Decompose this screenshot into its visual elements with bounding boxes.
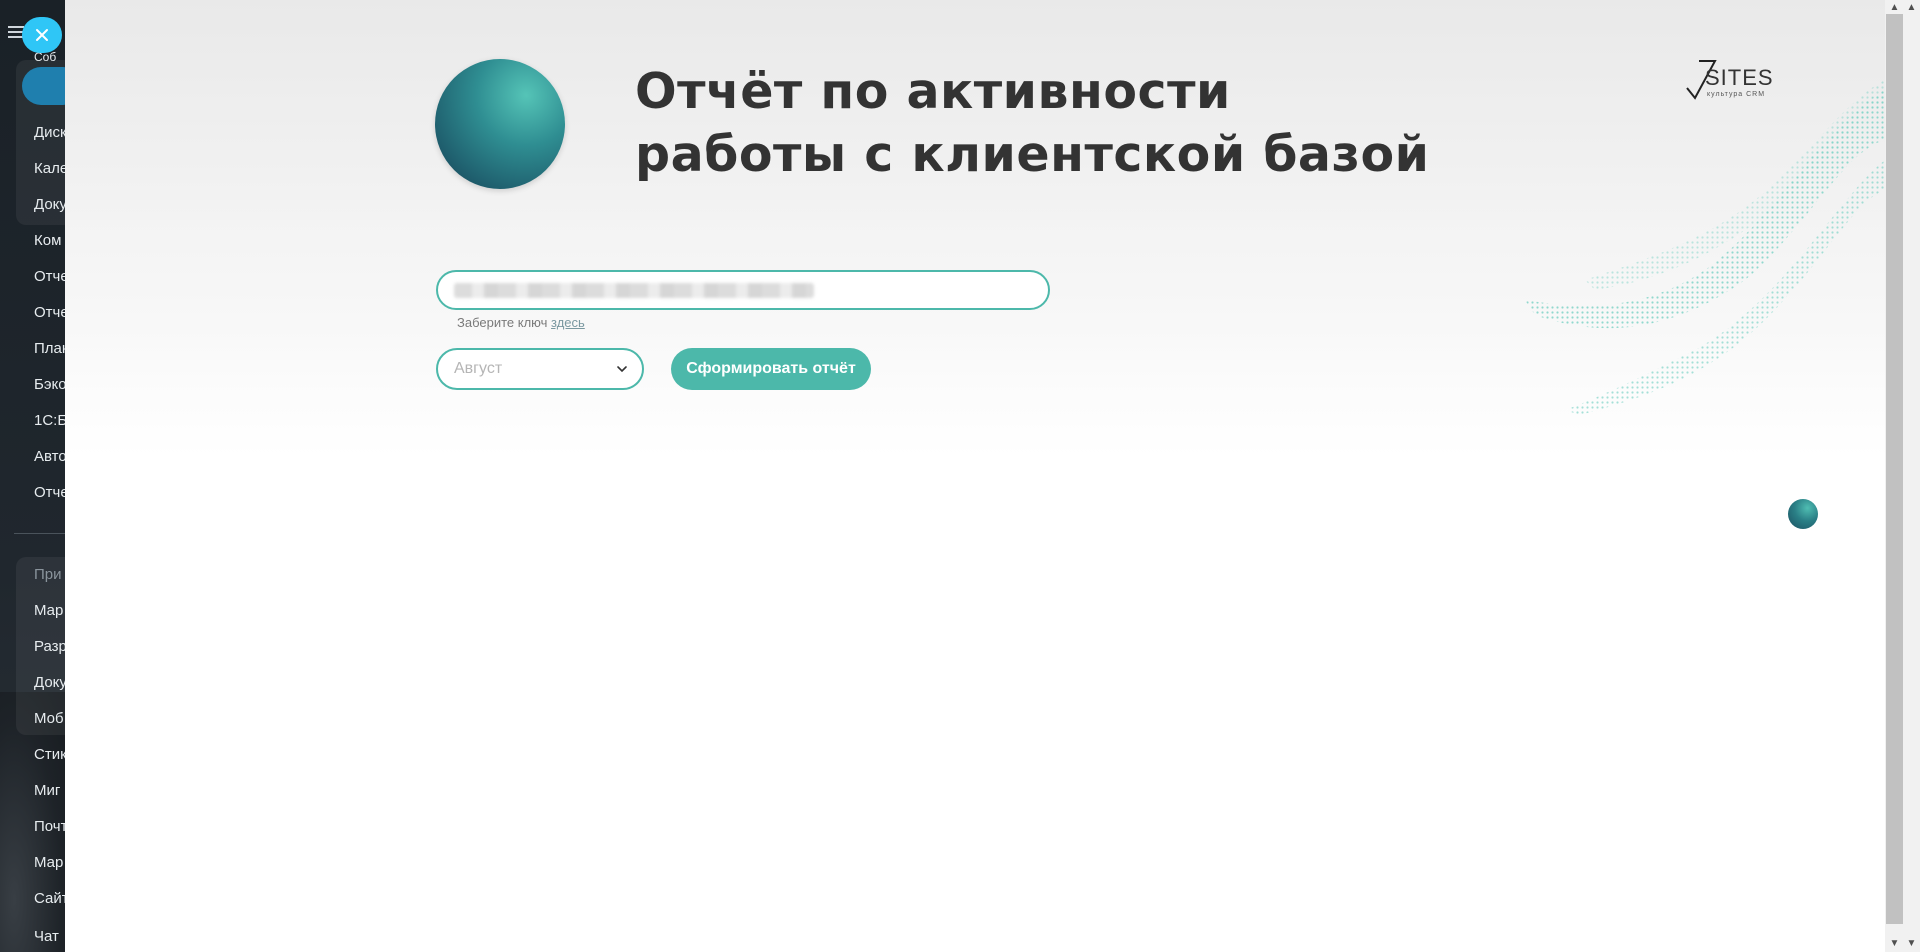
sidebar-item[interactable]: Доку — [34, 674, 67, 691]
sidebar-item[interactable]: Бэко — [34, 376, 67, 393]
period-select-value: Август — [454, 360, 503, 377]
sidebar-item[interactable]: Миг — [34, 782, 60, 799]
sidebar-active-pill[interactable] — [22, 67, 70, 105]
outer-scroll-up-arrow-icon[interactable]: ▲ — [1903, 0, 1920, 14]
sidebar-item[interactable]: Диск — [34, 124, 67, 141]
period-select[interactable]: Август — [436, 348, 644, 390]
sidebar-item[interactable]: Стик — [34, 746, 67, 763]
sidebar-item[interactable]: Почт — [34, 818, 67, 835]
sidebar-item[interactable]: Отче — [34, 484, 69, 501]
outer-scroll-down-arrow-icon[interactable]: ▼ — [1903, 936, 1920, 950]
decorative-sphere-small — [1788, 499, 1818, 529]
sidebar-item[interactable]: Сайт — [34, 890, 69, 907]
sidebar-item[interactable]: Ком — [34, 232, 61, 249]
sidebar-item[interactable]: Отче — [34, 268, 69, 285]
sidebar-item[interactable]: Мар — [34, 854, 63, 871]
key-hint-text: Заберите ключ — [457, 315, 552, 330]
sidebar-item[interactable]: 1С:Б — [34, 412, 67, 429]
sidebar-section-heading: При — [34, 566, 62, 583]
page-title-line1: Отчёт по активности — [635, 63, 1231, 120]
page-title-line2: работы с клиентской базой — [635, 126, 1430, 183]
page-title: Отчёт по активности работы с клиентской … — [635, 60, 1429, 186]
chevron-down-icon — [617, 366, 627, 373]
sidebar-item[interactable]: Чат — [34, 928, 59, 945]
generate-report-button[interactable]: Сформировать отчёт — [671, 348, 871, 390]
sidebar-item[interactable]: Доку — [34, 196, 67, 213]
get-key-link[interactable]: здесь — [551, 315, 585, 330]
sidebar-item[interactable]: Моб — [34, 710, 64, 727]
sidebar-item[interactable]: Разр — [34, 638, 67, 655]
scrollbar-thumb[interactable] — [1886, 14, 1903, 924]
scroll-down-arrow-icon[interactable]: ▼ — [1886, 936, 1903, 950]
background-sidebar: Соб Диск Кале Доку Ком Отче Отче План Бэ… — [0, 0, 70, 952]
sidebar-item[interactable]: Авто — [34, 448, 67, 465]
scroll-up-arrow-icon[interactable]: ▲ — [1886, 0, 1903, 14]
close-icon — [36, 29, 48, 41]
sidebar-item[interactable]: Мар — [34, 602, 63, 619]
decorative-sphere — [435, 59, 565, 189]
sidebar-item[interactable]: Отче — [34, 304, 69, 321]
close-slider-button[interactable] — [22, 17, 62, 53]
key-hint: Заберите ключ здесь — [457, 315, 585, 330]
sidebar-divider — [14, 533, 70, 534]
decorative-wave — [1525, 80, 1885, 415]
report-panel: Отчёт по активности работы с клиентской … — [65, 0, 1885, 952]
api-key-input[interactable] — [436, 270, 1050, 310]
sidebar-item[interactable]: Кале — [34, 160, 68, 177]
